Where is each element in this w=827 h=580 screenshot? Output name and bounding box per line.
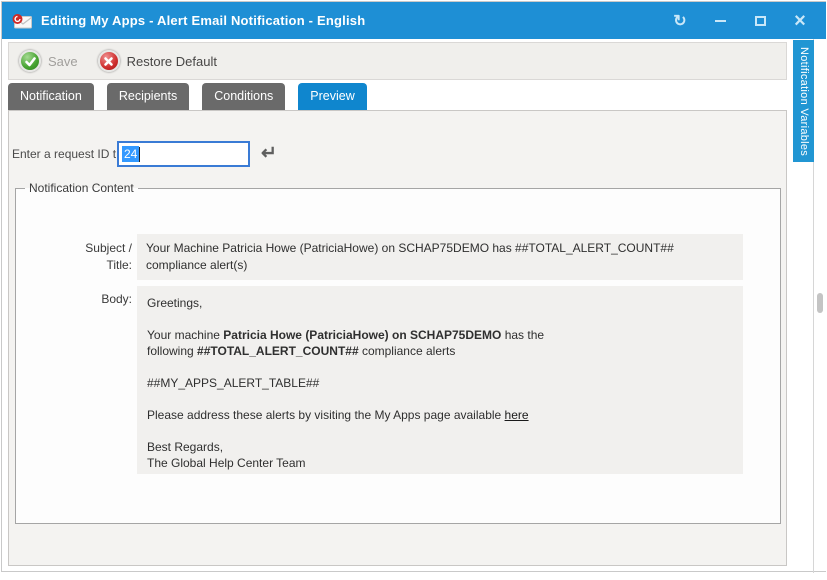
restore-x-icon: [98, 50, 120, 72]
close-icon[interactable]: ×: [792, 13, 808, 29]
groupbox-title: Notification Content: [25, 180, 138, 197]
body-value: Greetings, Your machine Patricia Howe (P…: [137, 286, 743, 474]
request-id-input[interactable]: 24: [117, 141, 250, 167]
notification-content-groupbox: Notification Content Subject / Title: Yo…: [15, 188, 781, 524]
body-cta-paragraph: Please address these alerts by visiting …: [147, 407, 733, 423]
subject-title-label: Subject / Title:: [54, 240, 132, 274]
scrollbar-thumb[interactable]: [817, 293, 823, 313]
here-link[interactable]: here: [505, 408, 529, 422]
minimize-icon[interactable]: [712, 13, 728, 29]
body-alert-table-token: ##MY_APPS_ALERT_TABLE##: [147, 375, 733, 391]
body-greeting: Greetings,: [147, 295, 733, 311]
tab-recipients[interactable]: Recipients: [107, 83, 189, 110]
restore-default-button[interactable]: Restore Default: [88, 43, 227, 79]
window-title: Editing My Apps - Alert Email Notificati…: [41, 13, 365, 28]
tab-notification[interactable]: Notification: [8, 83, 94, 110]
toolbar: Save Restore Default: [8, 42, 787, 80]
window-controls: ↻ ×: [672, 2, 808, 39]
save-check-icon: [19, 50, 41, 72]
subject-value: Your Machine Patricia Howe (PatriciaHowe…: [137, 234, 743, 280]
request-id-selected-text: 24: [122, 146, 139, 162]
email-notification-app-icon: [11, 13, 33, 29]
body-machine-paragraph: Your machine Patricia Howe (PatriciaHowe…: [147, 327, 733, 359]
tab-conditions[interactable]: Conditions: [202, 83, 285, 110]
save-label: Save: [48, 54, 78, 69]
maximize-icon[interactable]: [752, 13, 768, 29]
text-caret: [139, 147, 140, 162]
titlebar: Editing My Apps - Alert Email Notificati…: [2, 2, 826, 39]
body-label: Body:: [54, 291, 132, 308]
tab-preview[interactable]: Preview: [298, 83, 366, 110]
save-button[interactable]: Save: [9, 43, 88, 79]
notification-variables-tab[interactable]: Notification Variables: [793, 40, 814, 162]
tab-bar: Notification Recipients Conditions Previ…: [8, 83, 367, 110]
enter-arrow-icon[interactable]: ↵: [261, 142, 277, 165]
request-id-label: Enter a request ID t: [12, 147, 116, 161]
body-signoff: Best Regards,The Global Help Center Team: [147, 439, 733, 471]
refresh-icon[interactable]: ↻: [672, 13, 688, 29]
preview-tab-panel: Enter a request ID t 24 ↵ Notification C…: [8, 110, 787, 566]
dialog-window: Editing My Apps - Alert Email Notificati…: [1, 1, 826, 572]
restore-default-label: Restore Default: [127, 54, 217, 69]
